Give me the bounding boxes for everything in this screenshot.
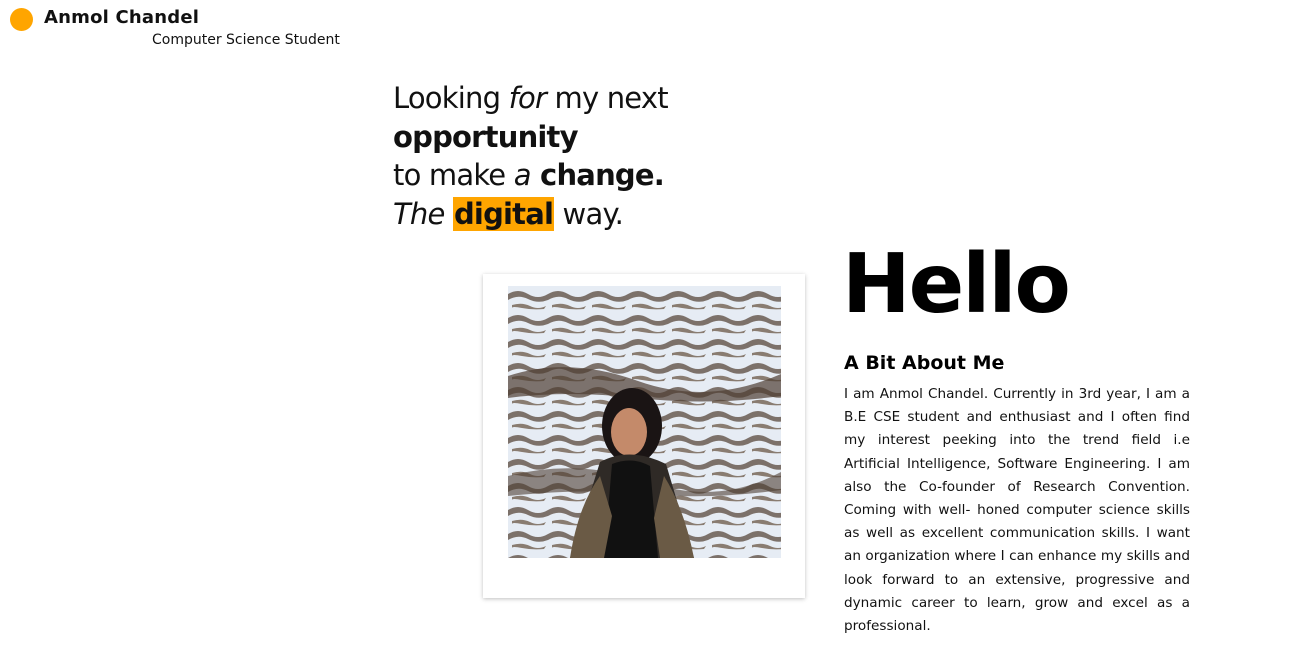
tagline-line-2: opportunity (393, 119, 579, 154)
hello-heading: Hello (842, 237, 1071, 332)
about-heading: A Bit About Me (844, 352, 1005, 374)
logo-dot-icon[interactable] (10, 8, 33, 31)
tagline-line-1: Looking for my next (393, 79, 669, 118)
tagline-line-4: The digital way. (393, 195, 668, 234)
tagline-text: way. (554, 196, 624, 231)
tagline-italic: for (508, 81, 547, 115)
profile-photo-image (508, 286, 781, 558)
photo-frame (483, 274, 805, 598)
highlighted-word: digital (452, 196, 555, 231)
tagline-text: my next (546, 81, 668, 115)
page: Anmol Chandel Computer Science Student L… (0, 0, 1306, 653)
profile-photo (508, 286, 781, 558)
hero-tagline: Looking for my next opportunity to make … (393, 79, 669, 234)
tagline-bold: change. (530, 158, 665, 192)
tagline-text: to make (393, 158, 514, 192)
site-subtitle: Computer Science Student (152, 32, 340, 48)
tagline-italic: a (513, 158, 532, 192)
tagline-line-3: to make a change. (393, 156, 668, 195)
tagline-text: Looking (393, 81, 509, 115)
tagline-italic: The (393, 196, 445, 231)
site-name[interactable]: Anmol Chandel (44, 7, 199, 28)
about-paragraph: I am Anmol Chandel. Currently in 3rd yea… (844, 386, 1190, 635)
